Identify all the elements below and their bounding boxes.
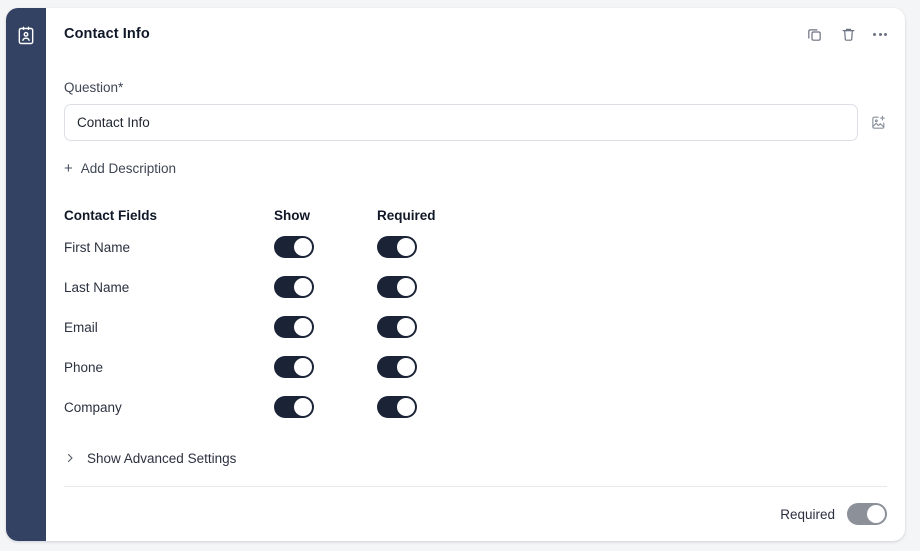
card-footer: Required — [46, 487, 905, 541]
toggle-required-last-name[interactable] — [377, 276, 417, 298]
add-image-icon[interactable] — [869, 114, 887, 132]
dot — [884, 32, 887, 36]
question-card: Contact Info Question* Contact Info + Ad… — [6, 8, 905, 541]
required-cell — [377, 316, 480, 338]
add-description-button[interactable]: + Add Description — [64, 161, 176, 176]
table-row: Last Name — [64, 267, 484, 307]
contact-field-label: Email — [64, 319, 98, 335]
toggle-knob — [294, 358, 312, 376]
plus-icon: + — [64, 160, 73, 177]
card-header: Contact Info — [46, 8, 905, 60]
contact-field-label: First Name — [64, 239, 131, 255]
show-cell — [274, 396, 377, 418]
dot — [873, 32, 876, 36]
show-cell — [274, 276, 377, 298]
app-root: Contact Info Question* Contact Info + Ad… — [0, 0, 920, 551]
show-advanced-settings-button[interactable]: Show Advanced Settings — [64, 451, 236, 466]
toggle-knob — [294, 278, 312, 296]
contact-field-label: Company — [64, 399, 122, 415]
toggle-required-company[interactable] — [377, 396, 417, 418]
toggle-knob — [397, 318, 415, 336]
contact-fields-header-required: Required — [377, 207, 436, 223]
toggle-required-phone[interactable] — [377, 356, 417, 378]
required-cell — [377, 276, 480, 298]
page-title: Contact Info — [64, 26, 150, 42]
contact-field-label: Phone — [64, 359, 104, 375]
toggle-required-question[interactable] — [847, 503, 887, 525]
show-cell — [274, 236, 377, 258]
trash-icon[interactable] — [839, 25, 857, 43]
add-description-label: Add Description — [80, 161, 177, 176]
contact-fields-header-show: Show — [274, 207, 310, 223]
toggle-show-last-name[interactable] — [274, 276, 314, 298]
required-label: Required — [780, 506, 835, 522]
toggle-knob — [294, 398, 312, 416]
header-actions — [805, 25, 887, 43]
show-advanced-settings-label: Show Advanced Settings — [87, 451, 237, 466]
toggle-knob — [397, 238, 415, 256]
question-label: Question* — [64, 80, 124, 95]
table-row: Phone — [64, 347, 484, 387]
duplicate-icon[interactable] — [805, 25, 823, 43]
toggle-show-company[interactable] — [274, 396, 314, 418]
dot — [878, 32, 882, 36]
question-type-rail — [6, 8, 46, 541]
required-cell — [377, 356, 480, 378]
toggle-show-phone[interactable] — [274, 356, 314, 378]
required-cell — [377, 396, 480, 418]
question-input[interactable] — [64, 104, 859, 141]
toggle-show-first-name[interactable] — [274, 236, 314, 258]
more-options-icon[interactable] — [873, 32, 887, 36]
toggle-required-email[interactable] — [377, 316, 417, 338]
card-content: Contact Info Question* Contact Info + Ad… — [46, 8, 905, 541]
card-body: Question* + Add Description — [46, 60, 905, 486]
toggle-knob — [397, 358, 415, 376]
table-row: First Name — [64, 227, 484, 267]
contact-fields-header-row: Contact Fields Show Required — [64, 203, 484, 227]
contact-card-icon — [16, 26, 36, 46]
chevron-right-icon — [64, 452, 76, 466]
contact-field-label: Last Name — [64, 279, 130, 295]
toggle-knob — [397, 398, 415, 416]
show-cell — [274, 316, 377, 338]
toggle-knob — [867, 505, 885, 523]
question-input-row — [64, 104, 887, 141]
toggle-show-email[interactable] — [274, 316, 314, 338]
show-cell — [274, 356, 377, 378]
contact-fields-table: Contact Fields Show Required First Name — [64, 203, 484, 427]
required-cell — [377, 236, 480, 258]
toggle-knob — [397, 278, 415, 296]
contact-fields-header-show-col: Show — [274, 208, 377, 223]
contact-fields-header-name: Contact Fields — [64, 207, 158, 223]
table-row: Email — [64, 307, 484, 347]
toggle-required-first-name[interactable] — [377, 236, 417, 258]
contact-fields-header-required-col: Required — [377, 208, 480, 223]
table-row: Company — [64, 387, 484, 427]
toggle-knob — [294, 238, 312, 256]
toggle-knob — [294, 318, 312, 336]
